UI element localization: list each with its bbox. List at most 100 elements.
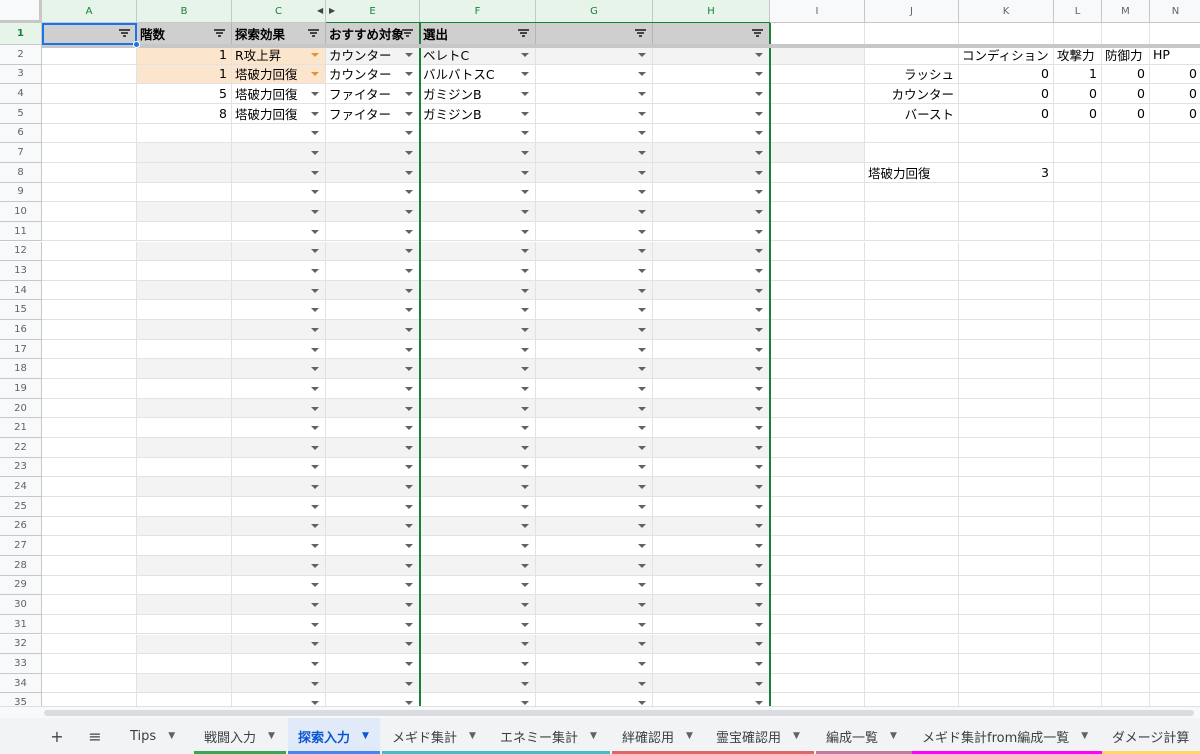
row-header-24[interactable]: 24 [0, 477, 42, 497]
cell-l17[interactable] [1054, 339, 1102, 360]
cell-a23[interactable] [42, 457, 137, 478]
cell-g32[interactable] [536, 634, 653, 655]
cell-e28[interactable] [326, 555, 420, 576]
dropdown-chevron-icon[interactable] [405, 347, 413, 352]
cell-b16[interactable] [137, 320, 232, 340]
cell-c30[interactable] [232, 595, 326, 615]
cell-j26[interactable] [865, 516, 959, 537]
tab-menu-caret-icon[interactable]: ▼ [168, 731, 175, 741]
dropdown-chevron-icon[interactable] [405, 72, 413, 77]
cell-b15[interactable] [137, 300, 232, 321]
cell-i11[interactable] [770, 221, 865, 242]
dropdown-chevron-icon[interactable] [638, 485, 646, 490]
dropdown-chevron-icon[interactable] [638, 347, 646, 352]
cell-i24[interactable] [770, 477, 865, 497]
cell-i30[interactable] [770, 595, 865, 615]
cell-c1[interactable]: 探索効果 [232, 23, 326, 45]
dropdown-chevron-icon[interactable] [638, 465, 646, 470]
cell-f24[interactable] [420, 477, 536, 497]
cell-e25[interactable] [326, 496, 420, 517]
tab-menu-caret-icon[interactable]: ▼ [362, 731, 369, 741]
dropdown-chevron-icon[interactable] [405, 642, 413, 647]
cell-a22[interactable] [42, 438, 137, 458]
cell-k16[interactable] [959, 320, 1054, 340]
dropdown-chevron-icon[interactable] [311, 210, 319, 214]
dropdown-chevron-icon[interactable] [311, 347, 319, 352]
dropdown-chevron-icon[interactable] [521, 367, 529, 372]
dropdown-chevron-icon[interactable] [521, 622, 529, 627]
dropdown-chevron-icon[interactable] [405, 504, 413, 509]
cell-l22[interactable] [1054, 438, 1102, 458]
fill-handle[interactable] [133, 41, 140, 48]
cell-i13[interactable] [770, 261, 865, 281]
cell-h24[interactable] [653, 477, 770, 497]
dropdown-chevron-icon[interactable] [521, 681, 529, 686]
row-header-30[interactable]: 30 [0, 595, 42, 615]
dropdown-chevron-icon[interactable] [311, 701, 319, 706]
cell-g31[interactable] [536, 614, 653, 635]
scrollbar-thumb[interactable] [44, 710, 1194, 716]
dropdown-chevron-icon[interactable] [311, 52, 319, 57]
cell-c20[interactable] [232, 398, 326, 419]
column-header-l[interactable]: L [1054, 0, 1102, 23]
cell-f8[interactable] [420, 162, 536, 183]
cell-e13[interactable] [326, 261, 420, 281]
cell-e6[interactable] [326, 123, 420, 144]
cell-g9[interactable] [536, 182, 653, 203]
cell-j31[interactable] [865, 614, 959, 635]
cell-h8[interactable] [653, 162, 770, 183]
dropdown-chevron-icon[interactable] [311, 229, 319, 234]
cell-i10[interactable] [770, 202, 865, 222]
dropdown-chevron-icon[interactable] [311, 504, 319, 509]
cell-n33[interactable] [1150, 654, 1200, 674]
cell-f18[interactable] [420, 359, 536, 380]
cell-b20[interactable] [137, 398, 232, 419]
cell-k9[interactable] [959, 182, 1054, 203]
cell-k1[interactable] [959, 23, 1054, 45]
cell-i26[interactable] [770, 516, 865, 537]
cell-m5[interactable]: 0 [1102, 103, 1150, 124]
tab-menu-caret-icon[interactable]: ▼ [890, 731, 897, 741]
cell-m15[interactable] [1102, 300, 1150, 321]
cell-c11[interactable] [232, 221, 326, 242]
cell-i27[interactable] [770, 536, 865, 556]
cell-c18[interactable] [232, 359, 326, 380]
cell-c14[interactable] [232, 280, 326, 301]
row-header-7[interactable]: 7 [0, 143, 42, 163]
cell-g34[interactable] [536, 673, 653, 694]
cell-f6[interactable] [420, 123, 536, 144]
cell-k20[interactable] [959, 398, 1054, 419]
cell-e11[interactable] [326, 221, 420, 242]
dropdown-chevron-icon[interactable] [521, 268, 529, 273]
cell-j1[interactable] [865, 23, 959, 45]
dropdown-chevron-icon[interactable] [521, 465, 529, 470]
dropdown-chevron-icon[interactable] [521, 52, 529, 57]
cell-i19[interactable] [770, 379, 865, 399]
cell-n17[interactable] [1150, 340, 1200, 360]
cell-n31[interactable] [1150, 615, 1200, 635]
dropdown-chevron-icon[interactable] [638, 426, 646, 431]
dropdown-chevron-icon[interactable] [405, 131, 413, 136]
dropdown-chevron-icon[interactable] [521, 111, 529, 116]
dropdown-chevron-icon[interactable] [755, 583, 763, 588]
cell-a16[interactable] [42, 320, 137, 340]
cell-k10[interactable] [959, 202, 1054, 222]
cell-c12[interactable] [232, 241, 326, 262]
cell-c22[interactable] [232, 438, 326, 458]
cell-g1[interactable] [536, 23, 653, 45]
cell-h33[interactable] [653, 654, 770, 674]
cell-h17[interactable] [653, 339, 770, 360]
filter-icon[interactable] [402, 29, 413, 38]
row-header-10[interactable]: 10 [0, 202, 42, 222]
cell-c19[interactable] [232, 379, 326, 399]
cell-i14[interactable] [770, 280, 865, 301]
cell-h26[interactable] [653, 516, 770, 537]
cell-l25[interactable] [1054, 496, 1102, 517]
cell-h14[interactable] [653, 280, 770, 301]
cell-h31[interactable] [653, 614, 770, 635]
cell-l29[interactable] [1054, 575, 1102, 596]
cell-j15[interactable] [865, 300, 959, 321]
cell-l13[interactable] [1054, 261, 1102, 281]
cell-c34[interactable] [232, 673, 326, 694]
cell-a17[interactable] [42, 339, 137, 360]
